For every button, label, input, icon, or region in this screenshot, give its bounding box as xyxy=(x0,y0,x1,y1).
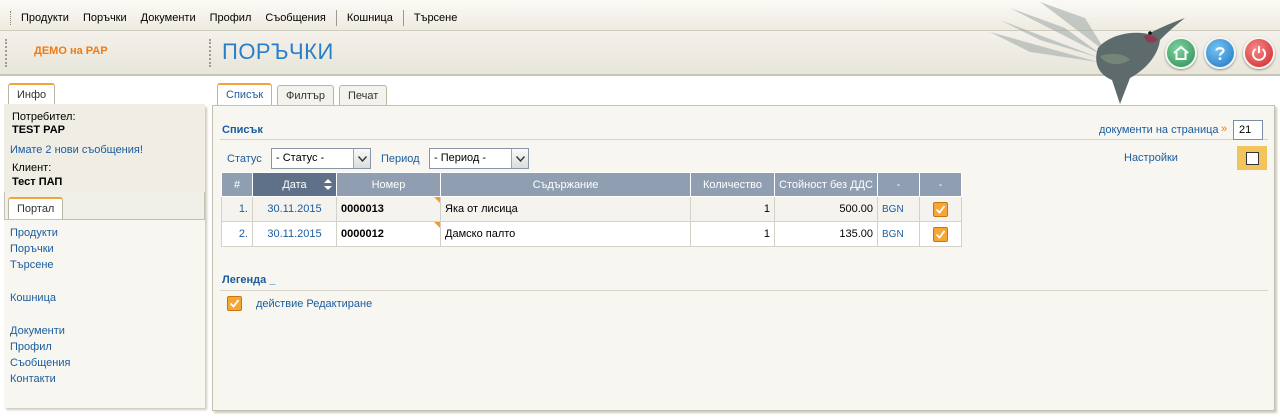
per-page-label: документи на страница xyxy=(1099,124,1219,136)
period-select-value: - Период - xyxy=(434,152,487,164)
per-page-arrow: » xyxy=(1221,123,1228,135)
main-panel xyxy=(212,105,1275,411)
row-currency: BGN xyxy=(877,221,920,247)
sidebar-link-search[interactable]: Търсене xyxy=(10,259,54,271)
table-header-row: # Дата Номер Съдържание Количество Стойн… xyxy=(221,172,962,197)
row-number-text: 0000012 xyxy=(341,228,384,240)
row-quantity: 1 xyxy=(690,196,775,222)
orders-table: # Дата Номер Съдържание Количество Стойн… xyxy=(221,172,962,247)
header-grip xyxy=(209,39,211,67)
home-icon xyxy=(1173,45,1189,60)
row-index: 2. xyxy=(221,221,253,247)
tab-list[interactable]: Списък xyxy=(217,83,273,106)
menu-grip xyxy=(10,11,12,25)
edit-icon xyxy=(227,296,242,311)
status-label: Статус xyxy=(227,153,262,165)
menu-separator xyxy=(335,10,337,26)
legend-title[interactable]: Легенда _ xyxy=(222,274,275,286)
sidebar-link-messages[interactable]: Съобщения xyxy=(10,357,70,369)
menu-item-messages[interactable]: Съобщения xyxy=(258,11,332,25)
company-name: ДЕМО на PAP xyxy=(34,45,108,57)
column-header-index: # xyxy=(221,172,253,197)
row-value: 135.00 xyxy=(774,221,878,247)
column-header-number[interactable]: Номер xyxy=(336,172,441,197)
checkbox-icon xyxy=(1245,151,1259,165)
sidebar-link-contacts[interactable]: Контакти xyxy=(10,373,56,385)
column-header-action: - xyxy=(919,172,962,197)
tab-filter[interactable]: Филтър xyxy=(277,85,334,106)
period-label: Период xyxy=(381,153,420,165)
menu-separator xyxy=(402,10,404,26)
menu-item-search[interactable]: Търсене xyxy=(407,11,465,25)
page-header: ДЕМО на PAP ПОРЪЧКИ xyxy=(0,2,1280,104)
help-button[interactable] xyxy=(1204,37,1236,69)
chevron-down-icon xyxy=(353,149,370,168)
divider xyxy=(220,290,1268,291)
user-label: Потребител: xyxy=(12,111,76,123)
row-content: Яка от лисица xyxy=(440,196,691,222)
menu-item-cart[interactable]: Кошница xyxy=(340,11,400,25)
menu-item-profile[interactable]: Профил xyxy=(203,11,259,25)
corner-flag-icon xyxy=(434,222,440,228)
menu-item-documents[interactable]: Документи xyxy=(134,11,203,25)
tab-print[interactable]: Печат xyxy=(339,85,388,106)
row-edit-action[interactable] xyxy=(919,221,962,247)
page-title: ПОРЪЧКИ xyxy=(222,39,334,64)
sidebar-link-orders[interactable]: Поръчки xyxy=(10,243,54,255)
divider xyxy=(220,139,1268,140)
sidebar-link-products[interactable]: Продукти xyxy=(10,227,58,239)
row-number-text: 0000013 xyxy=(341,203,384,215)
main-menu: Продукти Поръчки Документи Профил Съобще… xyxy=(10,10,464,26)
chevron-down-icon xyxy=(511,149,528,168)
row-content: Дамско палто xyxy=(440,221,691,247)
row-quantity: 1 xyxy=(690,221,775,247)
menu-item-products[interactable]: Продукти xyxy=(14,11,76,25)
settings-checkbox[interactable] xyxy=(1237,146,1267,170)
sort-icon xyxy=(324,179,332,190)
power-icon xyxy=(1252,46,1266,61)
column-header-quantity[interactable]: Количество xyxy=(690,172,775,197)
corner-flag-icon xyxy=(434,197,440,203)
sidebar-link-documents[interactable]: Документи xyxy=(10,325,65,337)
logout-button[interactable] xyxy=(1243,37,1275,69)
header-grip xyxy=(5,39,7,67)
tab-info[interactable]: Инфо xyxy=(8,83,56,106)
row-edit-action[interactable] xyxy=(919,196,962,222)
user-value: TEST PAP xyxy=(12,124,65,136)
sidebar-link-cart[interactable]: Кошница xyxy=(10,292,56,304)
settings-label: Настройки xyxy=(1124,152,1178,164)
edit-icon[interactable] xyxy=(933,226,948,242)
client-label: Клиент: xyxy=(12,162,52,174)
legend-edit-action: действие Редактиране xyxy=(256,298,373,310)
column-header-content[interactable]: Съдържание xyxy=(440,172,691,197)
column-header-date-label: Дата xyxy=(282,178,307,191)
per-page-input[interactable]: 21 xyxy=(1233,120,1263,140)
column-header-date[interactable]: Дата xyxy=(252,172,337,197)
status-select-value: - Статус - xyxy=(276,152,325,164)
column-header-value[interactable]: Стойност без ДДС xyxy=(774,172,878,197)
table-row[interactable]: 2. 30.11.2015 0000012 Дамско палто 1 135… xyxy=(221,221,962,247)
row-index: 1. xyxy=(221,196,253,222)
list-title: Списък xyxy=(222,124,263,136)
sidebar-link-profile[interactable]: Профил xyxy=(10,341,52,353)
new-messages-link[interactable]: Имате 2 нови съобщения! xyxy=(10,144,143,156)
period-select[interactable]: - Период - xyxy=(429,148,529,169)
client-value: Тест ПАП xyxy=(12,176,63,188)
table-row[interactable]: 1. 30.11.2015 0000013 Яка от лисица 1 50… xyxy=(221,196,962,222)
row-value: 500.00 xyxy=(774,196,878,222)
row-number[interactable]: 0000013 xyxy=(336,196,441,222)
row-number[interactable]: 0000012 xyxy=(336,221,441,247)
home-button[interactable] xyxy=(1165,37,1197,69)
menu-item-orders[interactable]: Поръчки xyxy=(76,11,134,25)
row-date[interactable]: 30.11.2015 xyxy=(252,221,337,247)
row-date[interactable]: 30.11.2015 xyxy=(252,196,337,222)
row-currency: BGN xyxy=(877,196,920,222)
help-icon xyxy=(1215,47,1225,60)
tab-portal[interactable]: Портал xyxy=(8,197,64,220)
column-header-currency: - xyxy=(877,172,920,197)
status-select[interactable]: - Статус - xyxy=(271,148,371,169)
edit-icon[interactable] xyxy=(933,201,948,217)
